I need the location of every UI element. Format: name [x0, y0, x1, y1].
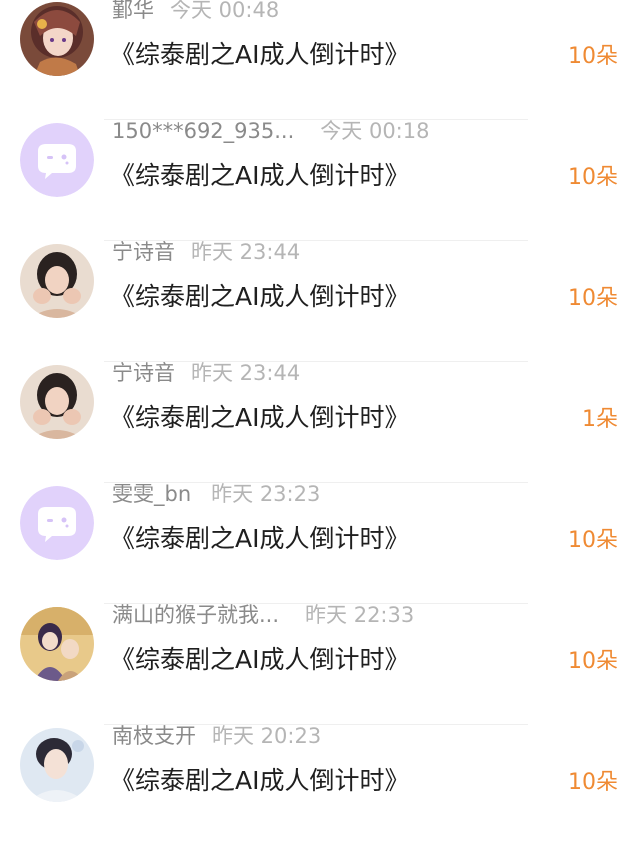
list-item[interactable]: 宁诗音 昨天 23:44 《综泰剧之AI成人倒计时》 1朵	[0, 361, 640, 483]
sender-name[interactable]: 宁诗音	[112, 361, 175, 385]
book-title[interactable]: 《综泰剧之AI成人倒计时》	[110, 159, 409, 193]
book-title[interactable]: 《综泰剧之AI成人倒计时》	[110, 522, 409, 556]
sender-meta: 宁诗音 昨天 23:44	[112, 359, 300, 387]
sender-meta: 鄞华 今天 00:48	[112, 0, 279, 24]
timestamp: 昨天 20:23	[212, 724, 322, 748]
default-chat-avatar[interactable]	[20, 123, 94, 197]
flower-amount: 10朵	[568, 286, 618, 311]
flower-amount: 10朵	[568, 528, 618, 553]
timestamp: 今天 00:48	[170, 0, 280, 22]
book-title[interactable]: 《综泰剧之AI成人倒计时》	[110, 401, 409, 435]
timestamp: 昨天 23:44	[191, 361, 301, 385]
flower-amount: 10朵	[568, 165, 618, 190]
timestamp: 今天 00:18	[320, 119, 430, 143]
flower-amount: 10朵	[568, 770, 618, 795]
list-item[interactable]: 满山的猴子就我... 昨天 22:33 《综泰剧之AI成人倒计时》 10朵	[0, 603, 640, 725]
man-portrait-avatar[interactable]	[20, 728, 94, 802]
sender-meta: 宁诗音 昨天 23:44	[112, 238, 300, 266]
book-title[interactable]: 《综泰剧之AI成人倒计时》	[110, 643, 409, 677]
timestamp: 昨天 22:33	[305, 603, 415, 627]
girl-photo-avatar[interactable]	[20, 365, 94, 439]
sender-name[interactable]: 宁诗音	[112, 240, 175, 264]
list-item[interactable]: 雯雯_bn 昨天 23:23 《综泰剧之AI成人倒计时》 10朵	[0, 482, 640, 604]
sender-meta: 150***692_935... 今天 00:18	[112, 117, 429, 145]
sender-meta: 南枝支开 昨天 20:23	[112, 722, 321, 750]
list-item[interactable]: 150***692_935... 今天 00:18 《综泰剧之AI成人倒计时》 1…	[0, 119, 640, 241]
sender-name[interactable]: 鄞华	[112, 0, 154, 22]
flower-amount: 10朵	[568, 649, 618, 674]
list-item[interactable]: 南枝支开 昨天 20:23 《综泰剧之AI成人倒计时》 10朵	[0, 724, 640, 846]
flower-amount: 1朵	[582, 407, 618, 432]
girl-photo-avatar[interactable]	[20, 244, 94, 318]
list-item[interactable]: 鄞华 今天 00:48 《综泰剧之AI成人倒计时》 10朵	[0, 0, 640, 120]
sender-name[interactable]: 雯雯_bn	[112, 482, 191, 506]
list-item[interactable]: 宁诗音 昨天 23:44 《综泰剧之AI成人倒计时》 10朵	[0, 240, 640, 362]
book-title[interactable]: 《综泰剧之AI成人倒计时》	[110, 280, 409, 314]
sender-name[interactable]: 150***692_935...	[112, 119, 294, 143]
sender-meta: 满山的猴子就我... 昨天 22:33	[112, 601, 414, 629]
sender-name[interactable]: 满山的猴子就我...	[112, 603, 279, 627]
default-chat-avatar[interactable]	[20, 486, 94, 560]
illustrated-couple-avatar[interactable]	[20, 607, 94, 681]
flower-amount: 10朵	[568, 44, 618, 69]
sender-meta: 雯雯_bn 昨天 23:23	[112, 480, 320, 508]
timestamp: 昨天 23:23	[211, 482, 321, 506]
sender-name[interactable]: 南枝支开	[112, 724, 196, 748]
anime-girl-avatar[interactable]	[20, 2, 94, 76]
timestamp: 昨天 23:44	[191, 240, 301, 264]
book-title[interactable]: 《综泰剧之AI成人倒计时》	[110, 38, 409, 72]
book-title[interactable]: 《综泰剧之AI成人倒计时》	[110, 764, 409, 798]
